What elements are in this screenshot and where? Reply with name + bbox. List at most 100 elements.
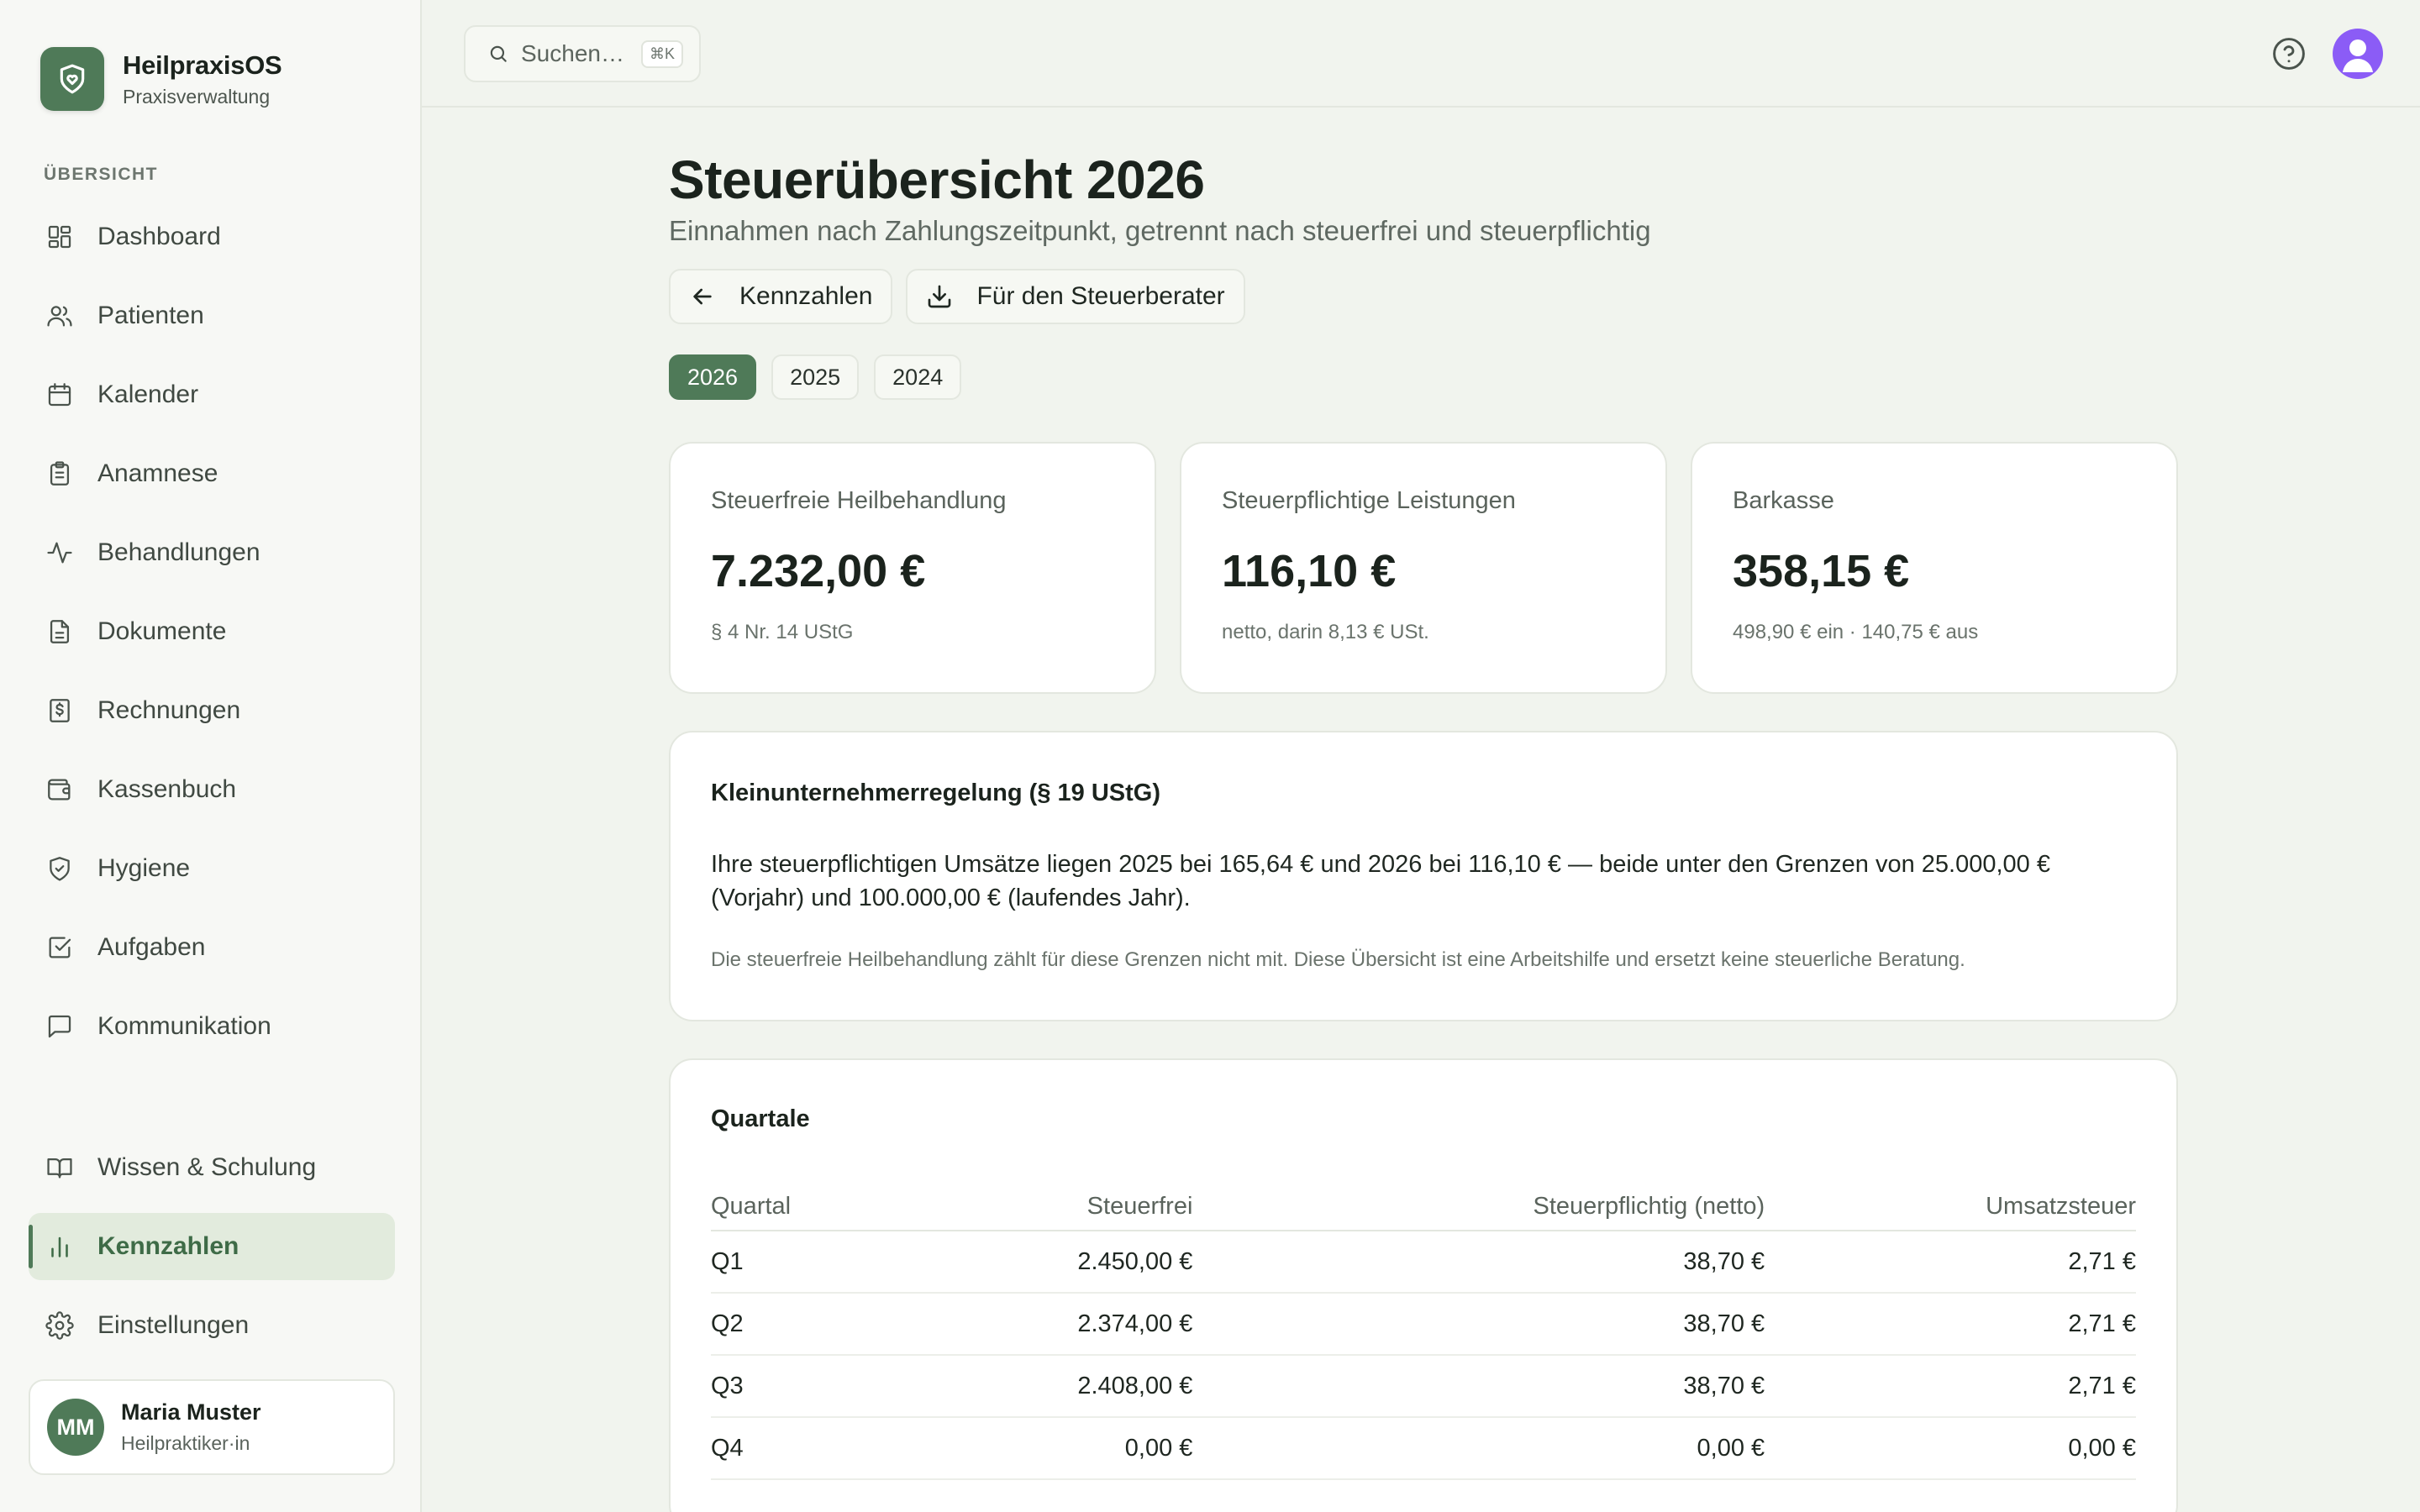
- page-subtitle: Einnahmen nach Zahlungszeitpunkt, getren…: [669, 215, 1651, 246]
- small-business-card: Kleinunternehmerregelung (§ 19 UStG) Ihr…: [669, 731, 2178, 1021]
- gear-icon: [45, 1311, 74, 1340]
- sidebar-item-label: Dokumente: [97, 617, 227, 645]
- table-row: Q2 2.374,00 € 38,70 € 2,71 €: [711, 1293, 2136, 1356]
- sidebar-item-anamnese[interactable]: Anamnese: [29, 440, 395, 507]
- column-header: Quartal: [711, 1184, 908, 1231]
- year-selector: 2026 2025 2024: [669, 354, 2181, 400]
- clipboard-icon: [50, 461, 70, 486]
- kpi-note: netto, darin 8,13 € USt.: [1222, 621, 1429, 643]
- table-cell: 38,70 €: [1192, 1293, 1765, 1356]
- sidebar-item-aufgaben[interactable]: Aufgaben: [29, 914, 395, 981]
- back-button-label: Kennzahlen: [739, 282, 873, 310]
- sidebar-item-label: Dashboard: [97, 223, 221, 250]
- user-card[interactable]: MM Maria Muster Heilpraktiker·in: [29, 1379, 395, 1475]
- kpi-label: Steuerfreie Heilbehandlung: [711, 487, 1007, 514]
- search-input[interactable]: Suchen… ⌘K: [464, 25, 701, 82]
- column-header: Umsatzsteuer: [1765, 1184, 2136, 1231]
- chat-icon: [48, 1015, 71, 1038]
- year-tab-2026[interactable]: 2026: [669, 354, 757, 400]
- sidebar-item-label: Patienten: [97, 302, 204, 329]
- sidebar-item-label: Hygiene: [97, 854, 191, 882]
- table-cell: 2.450,00 €: [908, 1231, 1193, 1294]
- brand-name: HeilpraxisOS: [123, 50, 282, 80]
- users-icon: [47, 306, 72, 327]
- sidebar-item-label: Rechnungen: [97, 696, 241, 724]
- topbar: Suchen… ⌘K: [422, 0, 2420, 108]
- sidebar-item-einstellungen[interactable]: Einstellungen: [29, 1292, 395, 1359]
- kpi-card-barkasse: Barkasse 358,15 € 498,90 € ein · 140,75 …: [1691, 442, 2178, 694]
- page-title: Steuerübersicht 2026: [669, 150, 1205, 210]
- shield-check-icon: [50, 857, 70, 881]
- download-icon: [929, 285, 951, 308]
- sidebar-item-dokumente[interactable]: Dokumente: [29, 598, 395, 665]
- invoice-icon: [50, 699, 70, 722]
- kpi-value: 116,10 €: [1222, 546, 1397, 596]
- user-role: Heilpraktiker·in: [121, 1432, 250, 1454]
- sidebar-item-patienten[interactable]: Patienten: [29, 282, 395, 349]
- year-tab-2025[interactable]: 2025: [771, 354, 860, 400]
- search-icon: [490, 45, 507, 62]
- sidebar-item-label: Aufgaben: [97, 933, 206, 961]
- sidebar-item-kalender[interactable]: Kalender: [29, 361, 395, 428]
- table-cell: 38,70 €: [1192, 1355, 1765, 1418]
- table-row: Q4 0,00 € 0,00 € 0,00 €: [711, 1417, 2136, 1480]
- year-tab-2024[interactable]: 2024: [874, 354, 962, 400]
- kpi-note: § 4 Nr. 14 UStG: [711, 621, 854, 643]
- column-header: Steuerpflichtig (netto): [1192, 1184, 1765, 1231]
- sidebar-item-label: Kennzahlen: [97, 1232, 239, 1260]
- kpi-card-steuerfrei: Steuerfreie Heilbehandlung 7.232,00 € § …: [669, 442, 1156, 694]
- kpi-label: Steuerpflichtige Leistungen: [1222, 487, 1516, 514]
- arrow-left-icon: [693, 288, 712, 305]
- card-title: Quartale: [711, 1105, 810, 1132]
- app: HeilpraxisOS Praxisverwaltung ÜBERSICHT …: [0, 0, 2420, 1512]
- document-icon: [50, 620, 70, 643]
- sidebar-item-kennzahlen[interactable]: Kennzahlen: [29, 1213, 395, 1280]
- sidebar-item-rechnungen[interactable]: Rechnungen: [29, 677, 395, 744]
- sidebar-item-label: Wissen & Schulung: [97, 1153, 317, 1181]
- card-footnote: Die steuerfreie Heilbehandlung zählt für…: [711, 948, 1965, 971]
- table-cell: 38,70 €: [1192, 1231, 1765, 1294]
- bar-chart-icon: [51, 1236, 68, 1257]
- sidebar-item-label: Einstellungen: [97, 1311, 250, 1339]
- table-cell: Q2: [711, 1293, 908, 1356]
- sidebar-item-label: Behandlungen: [97, 538, 260, 566]
- user-icon: [2343, 39, 2373, 72]
- kpi-value: 358,15 €: [1733, 546, 1910, 596]
- export-tax-advisor-button[interactable]: Für den Steuerberater: [906, 269, 1245, 324]
- activity-icon: [47, 542, 72, 564]
- profile-avatar[interactable]: [2333, 29, 2383, 79]
- kpi-note: 498,90 € ein · 140,75 € aus: [1733, 621, 1979, 643]
- table-cell: 2,71 €: [1765, 1355, 2136, 1418]
- shortcut-hint: ⌘K: [640, 39, 683, 68]
- grid-icon: [48, 225, 71, 249]
- book-icon: [47, 1158, 72, 1179]
- table-cell: 0,00 €: [1765, 1417, 2136, 1480]
- sidebar-item-wissen[interactable]: Wissen & Schulung: [29, 1134, 395, 1201]
- column-header: Steuerfrei: [908, 1184, 1193, 1231]
- sidebar-item-label: Kalender: [97, 381, 199, 408]
- table-cell: 2.408,00 €: [908, 1355, 1193, 1418]
- brand-subtitle: Praxisverwaltung: [123, 85, 271, 108]
- table-header-row: Quartal Steuerfrei Steuerpflichtig (nett…: [711, 1184, 2136, 1231]
- search-placeholder: Suchen…: [521, 40, 624, 66]
- table-cell: Q4: [711, 1417, 908, 1480]
- kpi-card-steuerpflichtig: Steuerpflichtige Leistungen 116,10 € net…: [1180, 442, 1667, 694]
- kpi-row: Steuerfreie Heilbehandlung 7.232,00 € § …: [669, 442, 2181, 694]
- table-cell: 0,00 €: [1192, 1417, 1765, 1480]
- sidebar-item-kommunikation[interactable]: Kommunikation: [29, 993, 395, 1060]
- main-area: Suchen… ⌘K Steuerübersicht 2026 Einnahme…: [422, 0, 2420, 1512]
- brand[interactable]: HeilpraxisOS Praxisverwaltung: [40, 47, 282, 111]
- table-row: Q1 2.450,00 € 38,70 € 2,71 €: [711, 1231, 2136, 1294]
- sidebar-item-hygiene[interactable]: Hygiene: [29, 835, 395, 902]
- wallet-icon: [48, 779, 71, 801]
- sidebar-item-dashboard[interactable]: Dashboard: [29, 203, 395, 270]
- secondary-nav: Wissen & Schulung Kennzahlen Einstellung…: [29, 1134, 395, 1371]
- sidebar-item-behandlungen[interactable]: Behandlungen: [29, 519, 395, 586]
- sidebar-item-kassenbuch[interactable]: Kassenbuch: [29, 756, 395, 823]
- quarters-table: Quartal Steuerfrei Steuerpflichtig (nett…: [711, 1184, 2136, 1480]
- back-to-kennzahlen-button[interactable]: Kennzahlen: [669, 269, 893, 324]
- kpi-value: 7.232,00 €: [711, 546, 926, 596]
- sidebar-item-label: Anamnese: [97, 459, 218, 487]
- table-cell: 2,71 €: [1765, 1231, 2136, 1294]
- help-icon[interactable]: [2270, 35, 2307, 72]
